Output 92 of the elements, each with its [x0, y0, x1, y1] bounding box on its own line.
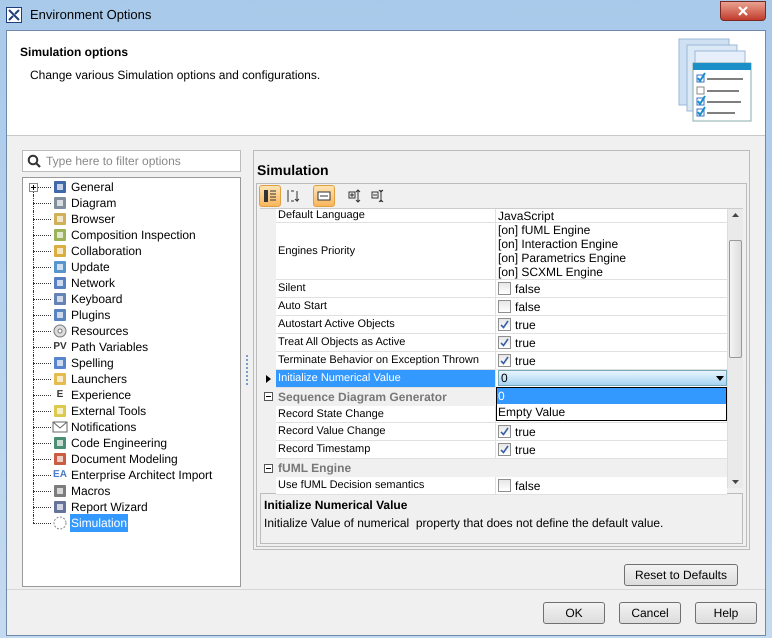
envelope-icon — [52, 419, 68, 435]
collapse-icon[interactable] — [264, 464, 273, 472]
tree-icon-label: PV — [52, 340, 68, 354]
dialog-button[interactable]: Cancel — [619, 602, 681, 624]
tree-item[interactable]: Plugins — [70, 306, 112, 324]
tree-item[interactable]: Report Wizard — [70, 498, 149, 516]
panel-title: Simulation — [256, 161, 330, 180]
property-value: false — [515, 280, 540, 298]
tree-item[interactable]: Launchers — [70, 370, 128, 388]
checkbox[interactable] — [498, 336, 512, 349]
current-row-icon — [266, 374, 271, 383]
property-value: [on] Parametrics Engine — [498, 251, 626, 265]
dialog-button[interactable]: OK — [543, 602, 605, 624]
sort-icon — [286, 189, 300, 203]
collapse-all-icon — [371, 189, 386, 203]
property-value: [on] fUML Engine — [498, 223, 592, 237]
tree-item[interactable]: External Tools — [70, 402, 148, 420]
checkbox[interactable] — [498, 318, 512, 331]
group-header: Sequence Diagram Generator — [277, 388, 447, 406]
property-value: true — [515, 424, 536, 440]
value-dropdown[interactable]: 0 — [498, 370, 727, 386]
description-text: Initialize Value of numerical property that does not define the default value. — [264, 515, 664, 532]
checkbox[interactable] — [498, 479, 512, 492]
tree-item[interactable]: Experience — [70, 386, 132, 404]
property-name[interactable]: Record Value Change — [276, 423, 496, 441]
tree-item[interactable]: Spelling — [70, 354, 115, 372]
tree-item[interactable]: Resources — [70, 322, 130, 340]
property-name[interactable]: Engines Priority — [276, 223, 496, 280]
window-title: Environment Options — [30, 6, 152, 24]
tree-item[interactable]: Enterprise Architect Import — [70, 466, 214, 484]
expand-all-icon — [348, 189, 362, 203]
checkbox[interactable] — [498, 300, 512, 313]
app-icon — [6, 7, 22, 23]
property-value: true — [515, 316, 536, 334]
property-name[interactable]: Silent — [276, 280, 496, 298]
caret-icon — [716, 376, 724, 381]
group-header: fUML Engine — [277, 460, 352, 477]
search-icon — [27, 154, 41, 168]
reset-button[interactable]: Reset to Defaults — [624, 564, 738, 586]
property-value: false — [515, 298, 540, 316]
property-value: true — [515, 334, 536, 352]
property-name[interactable]: Default Language — [276, 209, 496, 223]
expand-icon[interactable] — [29, 182, 38, 192]
tree-item[interactable]: Document Modeling — [70, 450, 179, 468]
scrollbar[interactable] — [726, 209, 743, 488]
checkbox[interactable] — [498, 282, 512, 295]
header-subtitle: Change various Simulation options and configurations. — [29, 67, 320, 84]
tree-item[interactable]: Diagram — [70, 194, 118, 212]
property-value: [on] SCXML Engine — [498, 265, 604, 279]
property-value: [on] Interaction Engine — [498, 237, 620, 251]
tree-icon-label: EA — [52, 468, 68, 482]
tree-icon-label: E — [56, 388, 64, 402]
header-title: Simulation options — [20, 44, 129, 61]
checkbox[interactable] — [498, 443, 512, 456]
toolbar-button[interactable] — [259, 185, 282, 207]
scroll-down-icon[interactable] — [732, 480, 739, 484]
property-name[interactable]: Terminate Behavior on Exception Thrown — [276, 352, 496, 370]
property-value: false — [515, 478, 540, 494]
dialog-button[interactable]: Help — [695, 602, 757, 624]
tree-item[interactable]: Path Variables — [70, 338, 150, 356]
property-name[interactable]: Use fUML Decision semantics — [276, 477, 496, 495]
tree-item[interactable]: Notifications — [70, 418, 138, 436]
tree-item[interactable]: Composition Inspection — [70, 226, 197, 244]
tree-item[interactable]: Keyboard — [70, 290, 124, 308]
checkbox[interactable] — [498, 354, 512, 367]
property-name[interactable]: Record State Change — [276, 406, 496, 423]
checkbox[interactable] — [498, 425, 512, 438]
tree-item[interactable]: Network — [70, 274, 116, 292]
scroll-up-icon[interactable] — [732, 213, 739, 217]
description-title: Initialize Numerical Value — [264, 497, 408, 514]
description-icon — [317, 189, 332, 203]
tree-item[interactable]: Collaboration — [70, 242, 143, 260]
property-name[interactable]: Auto Start — [276, 298, 496, 316]
property-name[interactable]: Autostart Active Objects — [276, 316, 496, 334]
tree-item[interactable]: General — [70, 178, 115, 196]
close-button[interactable] — [720, 1, 766, 21]
property-value: JavaScript — [498, 208, 554, 224]
toolbar-button[interactable] — [313, 185, 336, 207]
tree-item[interactable]: Browser — [70, 210, 116, 228]
property-value: true — [515, 442, 536, 458]
property-value: true — [515, 352, 536, 370]
tree-item[interactable]: Macros — [70, 482, 112, 500]
collapse-icon[interactable] — [264, 392, 273, 401]
dropdown-option[interactable]: Empty Value — [497, 404, 726, 420]
tree-item[interactable]: Update — [70, 258, 111, 276]
categorized-icon — [263, 189, 278, 203]
property-name[interactable]: Record Timestamp — [276, 441, 496, 459]
property-name[interactable]: Treat All Objects as Active — [276, 334, 496, 352]
tree-item[interactable]: Code Engineering — [70, 434, 168, 452]
close-icon — [738, 6, 748, 16]
disc-icon — [52, 323, 68, 339]
filter-field[interactable]: Type here to filter options — [22, 150, 242, 172]
